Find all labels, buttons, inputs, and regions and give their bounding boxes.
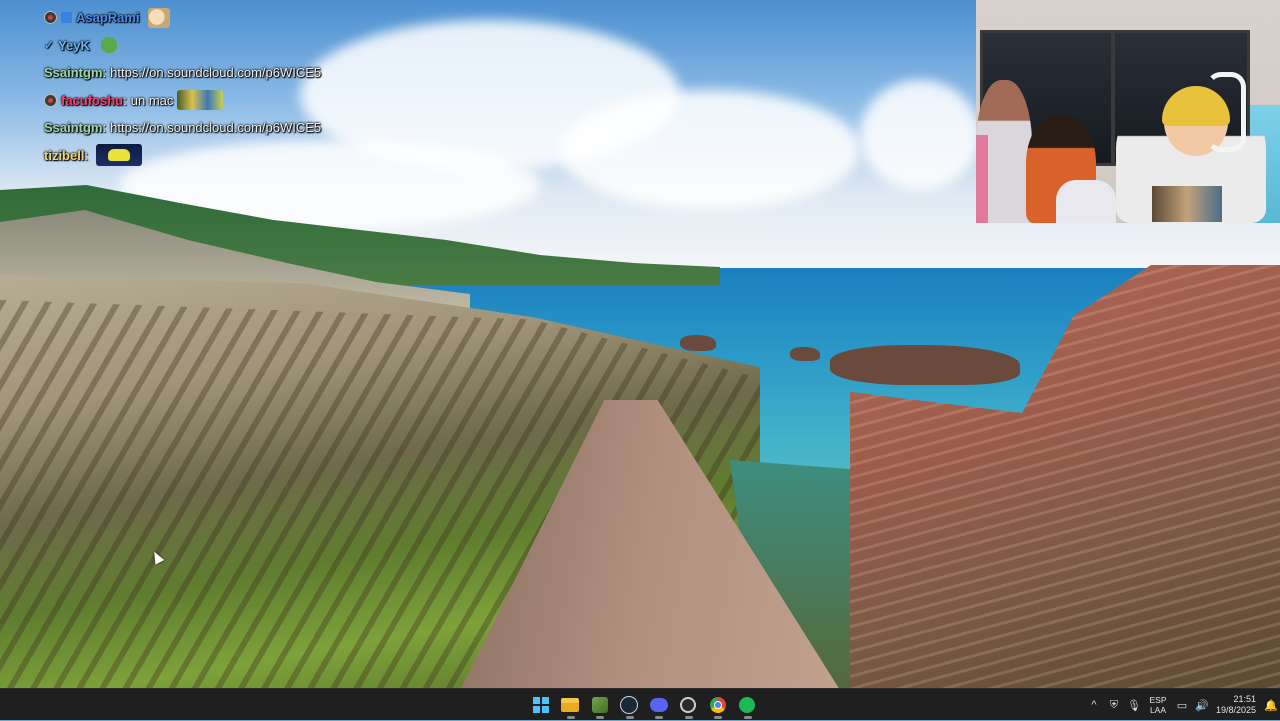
taskbar-obs[interactable]	[674, 689, 704, 721]
clock-time: 21:51	[1233, 694, 1256, 704]
notification-bell-icon[interactable]: 🔔	[1262, 699, 1280, 712]
obs-icon	[680, 697, 697, 713]
volume-icon[interactable]: 🔊	[1192, 689, 1212, 721]
folder-icon	[561, 698, 580, 712]
chat-link: https://on.soundcloud.com/p6WICE5	[110, 65, 322, 81]
taskbar-file-explorer[interactable]	[556, 689, 586, 721]
chat-username: facufoshu	[61, 92, 124, 108]
wallpaper-islet	[830, 345, 1020, 385]
wallpaper-cloud	[560, 90, 860, 210]
language-code: ESP	[1149, 695, 1167, 705]
chat-message: facufoshu: un mac	[44, 87, 404, 115]
system-tray: ^ ⛨ 🎙 ESP LAA ▭ 🔊 21:51 19/8/2025 🔔	[1084, 689, 1280, 721]
network-icon[interactable]: ▭	[1172, 689, 1192, 721]
chat-message: AsapRami	[44, 4, 404, 32]
webcam-shirt-print	[1152, 186, 1222, 222]
chat-username: Ssaintgm	[44, 120, 103, 136]
webcam-overlay	[976, 0, 1280, 223]
wide-emote-icon	[177, 90, 224, 111]
webcam-person-left-shirt	[976, 135, 988, 223]
taskbar-apps	[526, 689, 762, 721]
chat-message: Ssaintgm: https://on.soundcloud.com/p6WI…	[44, 120, 322, 136]
cat-emote-icon	[147, 7, 170, 28]
chat-username: AsapRami	[76, 10, 140, 26]
windows-logo-icon	[532, 697, 549, 713]
chat-text: un mac	[130, 92, 174, 108]
chat-username: YeyK	[58, 37, 90, 53]
taskbar-discord[interactable]	[644, 689, 674, 721]
stream-chat-overlay: AsapRami ✓ YeyK Ssaintgm: https://on.sou…	[44, 4, 404, 169]
spotify-icon	[739, 697, 756, 713]
discord-icon	[649, 698, 668, 712]
webcam-person-middle-legs	[1056, 180, 1116, 223]
taskbar-chrome[interactable]	[703, 689, 733, 721]
taskbar-spotify[interactable]	[733, 689, 763, 721]
check-badge-icon: ✓	[44, 38, 55, 53]
taskbar-steam[interactable]	[615, 689, 645, 721]
keyboard-layout-code: LAA	[1149, 705, 1167, 715]
taskbar-green-app[interactable]	[585, 689, 615, 721]
app-green-icon	[591, 697, 608, 713]
chat-badge-icon	[44, 11, 57, 25]
taskbar: ^ ⛨ 🎙 ESP LAA ▭ 🔊 21:51 19/8/2025 🔔	[0, 688, 1280, 720]
taskbar-clock[interactable]: 21:51 19/8/2025	[1212, 694, 1256, 716]
start-button[interactable]	[526, 689, 556, 721]
chat-username: Ssaintgm	[44, 65, 103, 81]
webcam-headphones	[1206, 72, 1246, 152]
chat-message: Ssaintgm: https://on.soundcloud.com/p6WI…	[44, 65, 322, 81]
chat-badge-cube-icon	[61, 12, 72, 24]
chrome-icon	[709, 697, 726, 713]
input-language-indicator[interactable]: ESP LAA	[1144, 695, 1172, 715]
frog-emote-icon	[97, 35, 120, 56]
wallpaper-cloud	[860, 80, 980, 190]
security-shield-icon[interactable]: ⛨	[1104, 689, 1124, 721]
chat-badge-icon	[44, 93, 57, 107]
chat-link: https://on.soundcloud.com/p6WICE5	[110, 120, 322, 136]
steam-icon	[620, 696, 639, 714]
car-emote-icon	[96, 144, 143, 167]
wallpaper-islet	[680, 335, 716, 351]
chat-username: tizibell	[44, 147, 85, 163]
wallpaper-islet	[790, 347, 820, 361]
clock-date: 19/8/2025	[1215, 705, 1256, 715]
show-hidden-icons-button[interactable]: ^	[1084, 689, 1104, 721]
microphone-icon[interactable]: 🎙	[1124, 689, 1144, 721]
chat-message: ✓ YeyK	[44, 32, 404, 60]
chat-message: tizibell:	[44, 142, 404, 170]
